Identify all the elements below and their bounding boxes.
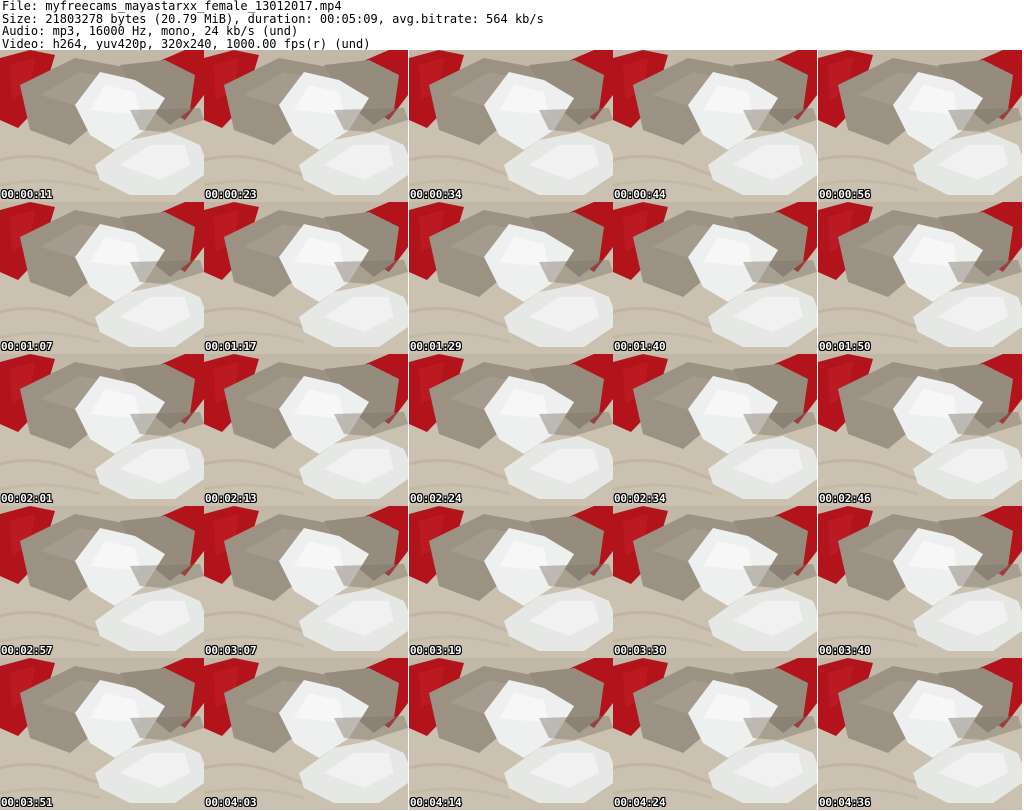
video-thumbnail: 00:02:13 — [204, 354, 408, 506]
thumbnail-timestamp: 00:00:44 — [614, 188, 666, 201]
frame-image — [818, 50, 1022, 202]
frame-image — [613, 202, 817, 354]
thumbnail-timestamp: 00:02:46 — [819, 492, 871, 505]
frame-image — [409, 658, 613, 810]
thumbnail-timestamp: 00:02:24 — [410, 492, 462, 505]
thumbnail-timestamp: 00:01:50 — [819, 340, 871, 353]
video-info-line: Video: h264, yuv420p, 320x240, 1000.00 f… — [2, 36, 371, 51]
thumbnail-timestamp: 00:03:40 — [819, 644, 871, 657]
video-thumbnail: 00:01:17 — [204, 202, 408, 354]
frame-image — [204, 506, 408, 658]
thumbnail-timestamp: 00:00:11 — [1, 188, 53, 201]
frame-image — [0, 658, 204, 810]
frame-image — [0, 50, 204, 202]
thumbnail-timestamp: 00:03:30 — [614, 644, 666, 657]
frame-image — [204, 202, 408, 354]
video-thumbnail: 00:01:29 — [409, 202, 613, 354]
thumbnail-timestamp: 00:02:01 — [1, 492, 53, 505]
thumbnail-grid: 00:00:11 00:00:23 00:00:34 00:00:44 00:0… — [0, 50, 1024, 810]
video-thumbnail: 00:02:57 — [0, 506, 204, 658]
video-thumbnail: 00:00:34 — [409, 50, 613, 202]
frame-image — [409, 354, 613, 506]
video-thumbnail: 00:04:03 — [204, 658, 408, 810]
thumbnail-timestamp: 00:00:34 — [410, 188, 462, 201]
video-thumbnail: 00:03:40 — [818, 506, 1022, 658]
frame-image — [0, 354, 204, 506]
frame-image — [409, 202, 613, 354]
file-name-line: File: myfreecams_mayastarxx_female_13012… — [2, 0, 342, 13]
thumbnail-timestamp: 00:00:23 — [205, 188, 257, 201]
video-thumbnail: 00:04:24 — [613, 658, 817, 810]
frame-image — [818, 658, 1022, 810]
thumbnail-timestamp: 00:03:07 — [205, 644, 257, 657]
video-thumbnail: 00:02:34 — [613, 354, 817, 506]
thumbnail-timestamp: 00:01:07 — [1, 340, 53, 353]
thumbnail-timestamp: 00:02:13 — [205, 492, 257, 505]
frame-image — [204, 50, 408, 202]
frame-image — [613, 50, 817, 202]
video-thumbnail: 00:00:23 — [204, 50, 408, 202]
frame-image — [818, 506, 1022, 658]
video-thumbnail: 00:00:44 — [613, 50, 817, 202]
thumbnail-timestamp: 00:00:56 — [819, 188, 871, 201]
frame-image — [0, 506, 204, 658]
frame-image — [613, 354, 817, 506]
video-thumbnail: 00:04:36 — [818, 658, 1022, 810]
file-info-header: File: myfreecams_mayastarxx_female_13012… — [2, 0, 1022, 50]
video-thumbnail: 00:02:24 — [409, 354, 613, 506]
thumbnail-timestamp: 00:04:36 — [819, 796, 871, 809]
frame-image — [204, 658, 408, 810]
video-thumbnail: 00:00:11 — [0, 50, 204, 202]
video-thumbnail: 00:04:14 — [409, 658, 613, 810]
frame-image — [818, 202, 1022, 354]
video-thumbnail: 00:02:46 — [818, 354, 1022, 506]
thumbnail-timestamp: 00:04:14 — [410, 796, 462, 809]
frame-image — [818, 354, 1022, 506]
thumbnail-timestamp: 00:04:03 — [205, 796, 257, 809]
thumbnail-timestamp: 00:01:29 — [410, 340, 462, 353]
thumbnail-timestamp: 00:03:51 — [1, 796, 53, 809]
thumbnail-timestamp: 00:02:57 — [1, 644, 53, 657]
video-thumbnail: 00:01:50 — [818, 202, 1022, 354]
thumbnail-timestamp: 00:01:17 — [205, 340, 257, 353]
frame-image — [409, 50, 613, 202]
video-thumbnail: 00:03:51 — [0, 658, 204, 810]
thumbnail-timestamp: 00:01:40 — [614, 340, 666, 353]
video-thumbnail: 00:01:07 — [0, 202, 204, 354]
video-thumbnail: 00:03:19 — [409, 506, 613, 658]
frame-image — [204, 354, 408, 506]
thumbnail-timestamp: 00:02:34 — [614, 492, 666, 505]
frame-image — [613, 506, 817, 658]
video-thumbnail: 00:00:56 — [818, 50, 1022, 202]
video-thumbnail: 00:03:07 — [204, 506, 408, 658]
audio-info-line: Audio: mp3, 16000 Hz, mono, 24 kb/s (und… — [2, 24, 299, 38]
video-thumbnail: 00:01:40 — [613, 202, 817, 354]
video-thumbnail: 00:02:01 — [0, 354, 204, 506]
frame-image — [409, 506, 613, 658]
frame-image — [613, 658, 817, 810]
frame-image — [0, 202, 204, 354]
video-thumbnail: 00:03:30 — [613, 506, 817, 658]
thumbnail-timestamp: 00:03:19 — [410, 644, 462, 657]
thumbnail-timestamp: 00:04:24 — [614, 796, 666, 809]
